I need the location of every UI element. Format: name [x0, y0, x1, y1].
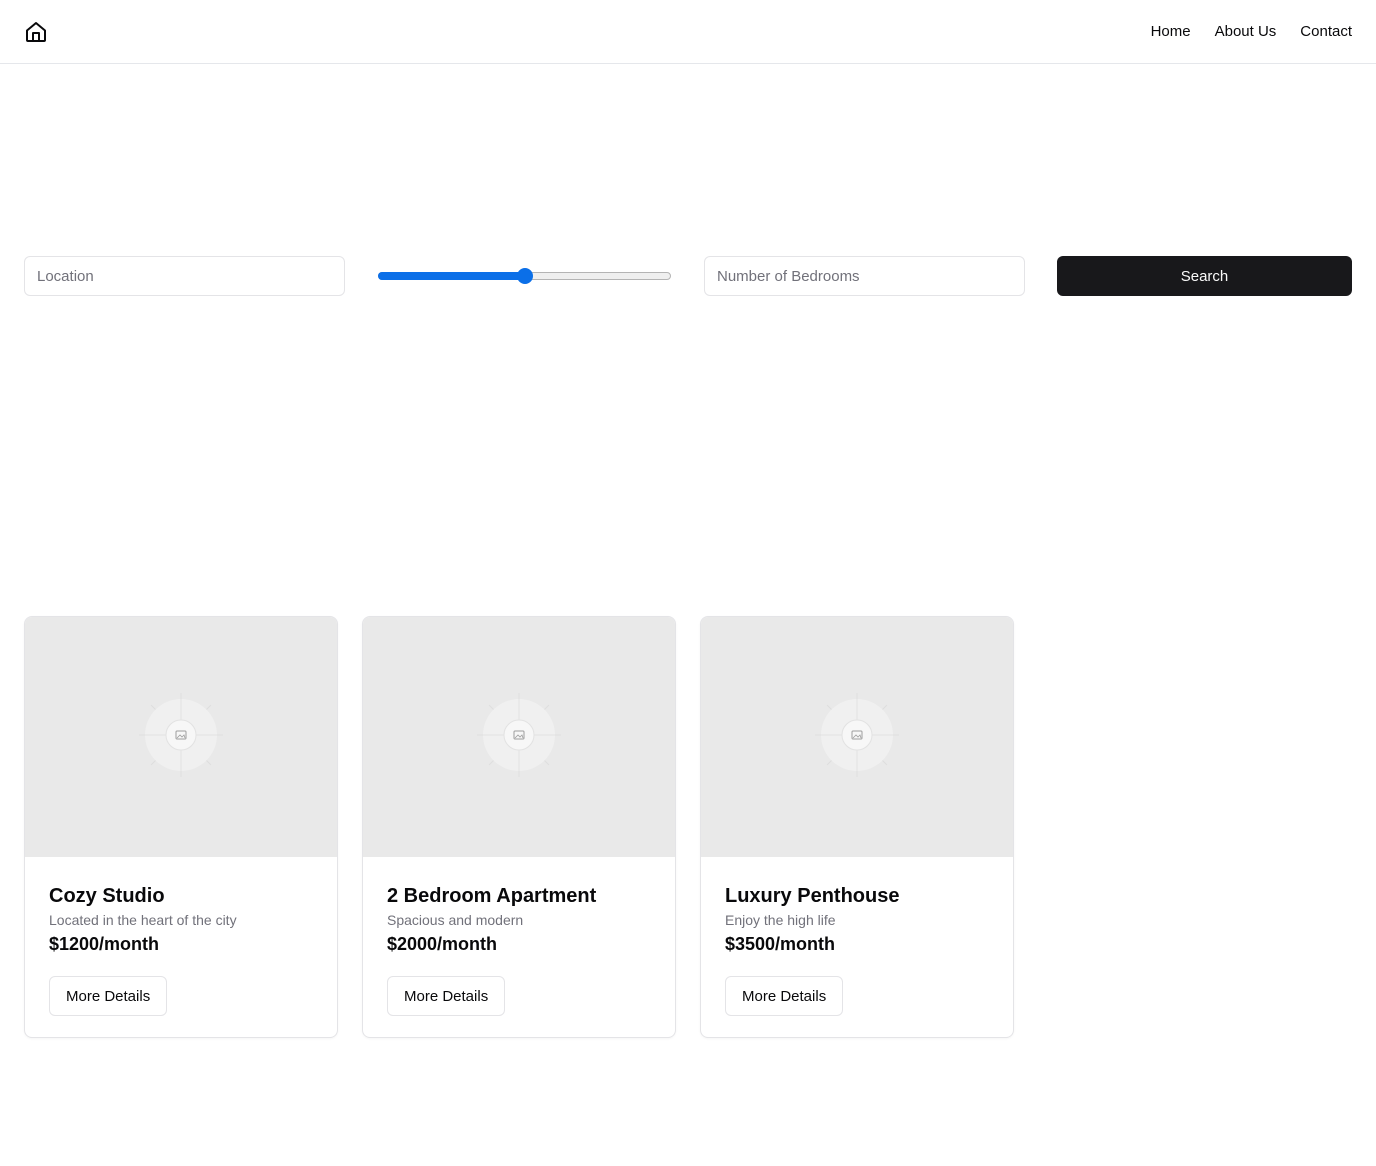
image-placeholder-icon	[133, 687, 229, 788]
listing-body: 2 Bedroom Apartment Spacious and modern …	[363, 857, 675, 1037]
listing-card: Luxury Penthouse Enjoy the high life $35…	[700, 616, 1014, 1038]
main-nav: Home About Us Contact	[1151, 23, 1352, 40]
listing-image	[363, 617, 675, 857]
listing-image	[701, 617, 1013, 857]
more-details-button[interactable]: More Details	[49, 976, 168, 1016]
nav-link-about-us[interactable]: About Us	[1215, 23, 1277, 40]
search-bar: Search	[24, 256, 1352, 296]
slider-fill	[378, 272, 526, 280]
listing-body: Luxury Penthouse Enjoy the high life $35…	[701, 857, 1013, 1037]
search-button[interactable]: Search	[1057, 256, 1352, 296]
more-details-button[interactable]: More Details	[387, 976, 506, 1016]
listing-title: Cozy Studio	[49, 885, 165, 907]
nav-link-contact[interactable]: Contact	[1300, 23, 1352, 40]
listing-description: Spacious and modern	[387, 912, 524, 928]
bedrooms-input[interactable]	[704, 256, 1025, 296]
more-details-button[interactable]: More Details	[725, 976, 844, 1016]
site-header: Home About Us Contact	[0, 0, 1376, 64]
image-placeholder-icon	[471, 687, 567, 788]
image-placeholder-icon	[809, 687, 905, 788]
listing-title: 2 Bedroom Apartment	[387, 885, 597, 907]
listing-grid: Cozy Studio Located in the heart of the …	[24, 616, 1014, 1038]
location-input[interactable]	[24, 256, 345, 296]
nav-link-home[interactable]: Home	[1151, 23, 1191, 40]
listing-description: Enjoy the high life	[725, 912, 836, 928]
listing-title: Luxury Penthouse	[725, 885, 900, 907]
listing-card: 2 Bedroom Apartment Spacious and modern …	[362, 616, 676, 1038]
listing-image	[25, 617, 337, 857]
listing-price: $3500/month	[725, 934, 836, 954]
listing-card: Cozy Studio Located in the heart of the …	[24, 616, 338, 1038]
listing-price: $1200/month	[49, 934, 160, 954]
slider-thumb[interactable]	[517, 268, 533, 284]
home-icon[interactable]	[24, 20, 48, 44]
price-slider[interactable]	[377, 256, 672, 296]
listing-price: $2000/month	[387, 934, 498, 954]
listing-body: Cozy Studio Located in the heart of the …	[25, 857, 337, 1037]
listing-description: Located in the heart of the city	[49, 912, 237, 928]
